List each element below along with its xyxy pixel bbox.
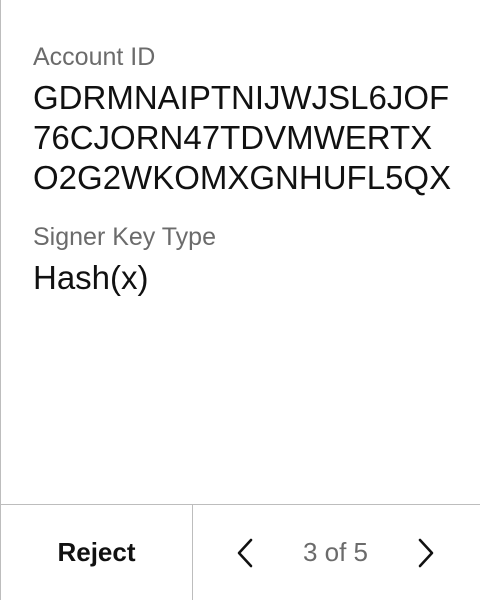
account-id-value: GDRMNAIPTNIJWJSL6JOF76CJORN47TDVMWERTXO2… [33, 79, 452, 196]
next-page-button[interactable] [410, 533, 442, 573]
reject-button[interactable]: Reject [57, 537, 135, 568]
details-panel: Account ID GDRMNAIPTNIJWJSL6JOF76CJORN47… [33, 42, 456, 298]
page-indicator: 3 of 5 [302, 537, 369, 567]
pager: 3 of 5 [193, 505, 480, 600]
reject-cell: Reject [1, 505, 193, 600]
chevron-right-icon [418, 538, 434, 567]
account-id-label: Account ID [33, 43, 156, 71]
chevron-left-icon [237, 538, 253, 567]
action-footer: Reject 3 of 5 [1, 504, 480, 600]
transaction-review-screen: Account ID GDRMNAIPTNIJWJSL6JOF76CJORN47… [0, 0, 480, 600]
signer-key-type-value: Hash(x) [33, 259, 149, 296]
account-id-field: Account ID GDRMNAIPTNIJWJSL6JOF76CJORN47… [33, 42, 456, 198]
signer-key-type-field: Signer Key Type Hash(x) [33, 222, 456, 298]
signer-key-type-label: Signer Key Type [33, 223, 216, 251]
previous-page-button[interactable] [229, 533, 261, 573]
